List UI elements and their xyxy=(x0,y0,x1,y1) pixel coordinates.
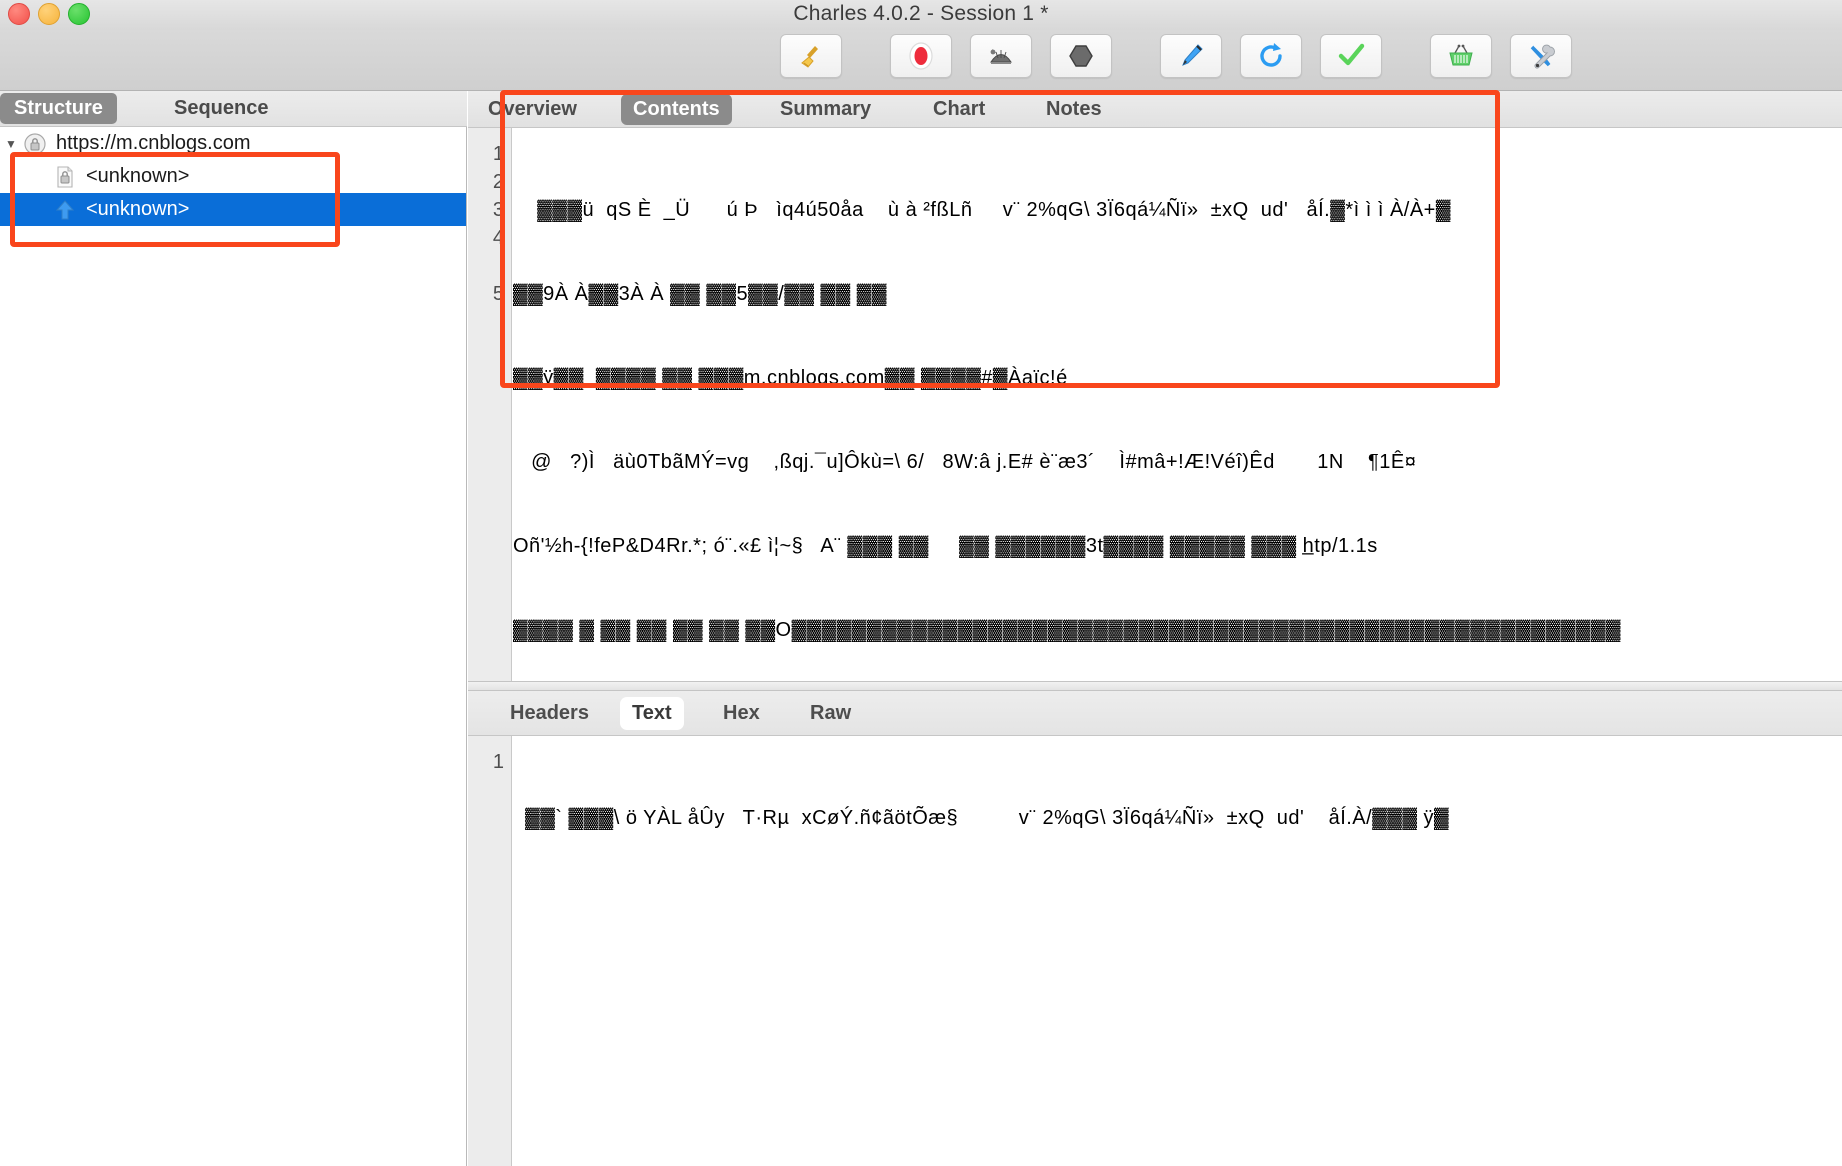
bottom-panel: Headers Text Hex Raw 1 ▓▓` ▓▓▓\ ö YÀL åÛ… xyxy=(468,691,1842,1166)
left-panel-tabbar: Structure Sequence xyxy=(0,91,467,127)
lock-document-icon xyxy=(52,164,78,190)
refresh-icon xyxy=(1256,41,1286,71)
bottom-text-view[interactable]: 1 ▓▓` ▓▓▓\ ö YÀL åÛy T·Rµ xCøÝ.ñ¢ãötÕæ§ … xyxy=(468,736,1842,1166)
line-number: 1 xyxy=(468,748,504,776)
window-title: Charles 4.0.2 - Session 1 * xyxy=(0,0,1842,28)
tab-chart[interactable]: Chart xyxy=(921,94,997,125)
bottom-panel-tabbar: Headers Text Hex Raw xyxy=(468,691,1842,736)
contents-code-block: ▓▓▓ü qS È _Ü ú Þ ìq4ú50åa ù à ²fßLñ v¨ 2… xyxy=(513,140,1842,681)
bottom-code-block: ▓▓` ▓▓▓\ ö YÀL åÛy T·Rµ xCøÝ.ñ¢ãötÕæ§ v¨… xyxy=(513,748,1842,888)
tools-icon xyxy=(1526,41,1556,71)
repeat-button[interactable] xyxy=(1240,34,1302,78)
line-number: 5 xyxy=(468,280,504,308)
turtle-icon xyxy=(986,41,1016,71)
record-icon xyxy=(906,41,936,71)
bottom-line-number-gutter: 1 xyxy=(468,736,512,1166)
content-line: ▓▓9À À▓▓3À À ▓▓ ▓▓5▓▓/▓▓ ▓▓ ▓▓ xyxy=(513,280,1842,308)
tree-row-host[interactable]: ▼ https://m.cnblogs.com xyxy=(0,127,466,160)
tab-overview[interactable]: Overview xyxy=(476,94,589,125)
throttle-button[interactable] xyxy=(970,34,1032,78)
stop-sign-icon xyxy=(1066,41,1096,71)
chevron-down-icon[interactable]: ▼ xyxy=(0,137,22,151)
pen-icon xyxy=(1176,41,1206,71)
tree-label-unknown-2: <unknown> xyxy=(86,198,189,221)
tab-raw[interactable]: Raw xyxy=(798,697,863,730)
right-panel-tabbar: Overview Contents Summary Chart Notes xyxy=(468,91,1842,128)
tab-text[interactable]: Text xyxy=(620,697,684,730)
lock-circle-icon xyxy=(22,131,48,157)
line-number: 4 xyxy=(468,224,504,252)
tab-hex[interactable]: Hex xyxy=(711,697,772,730)
content-line: ▓▓▓ü qS È _Ü ú Þ ìq4ú50åa ù à ²fßLñ v¨ 2… xyxy=(513,196,1842,224)
tree-row-unknown-2[interactable]: <unknown> xyxy=(0,193,466,226)
session-tree: ▼ https://m.cnblogs.com xyxy=(0,127,466,226)
content-line: ▓▓▓▓ ▓ ▓▓ ▓▓ ▓▓ ▓▓ ▓▓O▓▓▓▓▓▓▓▓▓▓▓▓▓▓▓▓▓▓… xyxy=(513,616,1842,644)
left-panel: Structure Sequence ▼ https://m.cnblogs.c… xyxy=(0,91,467,1166)
line-number: 2 xyxy=(468,168,504,196)
validate-button[interactable] xyxy=(1320,34,1382,78)
blue-up-arrow-icon xyxy=(52,197,78,223)
compose-button[interactable] xyxy=(1160,34,1222,78)
line-number: 1 xyxy=(468,140,504,168)
title-bar: Charles 4.0.2 - Session 1 * xyxy=(0,0,1842,30)
record-button[interactable] xyxy=(890,34,952,78)
tree-label-unknown-1: <unknown> xyxy=(86,165,189,188)
basket-icon xyxy=(1446,41,1476,71)
tab-structure[interactable]: Structure xyxy=(0,93,117,124)
clear-session-button[interactable] xyxy=(780,34,842,78)
broom-icon xyxy=(796,41,826,71)
tree-label-host: https://m.cnblogs.com xyxy=(56,132,251,155)
content-line: Oñ'½h-{!feP&D4Rr.*; ó¨.«£ ì¦~§ A¨ ▓▓▓ ▓▓… xyxy=(513,532,1842,560)
breakpoints-button[interactable] xyxy=(1050,34,1112,78)
tree-row-unknown-1[interactable]: <unknown> xyxy=(0,160,466,193)
tab-notes[interactable]: Notes xyxy=(1034,94,1114,125)
line-number-gutter: 1 2 3 4 5 xyxy=(468,128,512,681)
line-number: 3 xyxy=(468,196,504,224)
tab-headers[interactable]: Headers xyxy=(498,697,601,730)
settings-tools-button[interactable] xyxy=(1510,34,1572,78)
tools-basket-button[interactable] xyxy=(1430,34,1492,78)
horizontal-splitter[interactable] xyxy=(468,681,1842,691)
content-line: ▓▓ÿ▓▓ ▓▓▓▓ ▓▓ ▓▓▓m.cnblogs.com▓▓ ▓▓▓▓#▓À… xyxy=(513,364,1842,392)
content-line: @ ?)Ì äù0TbãMÝ=vg ,ßqj.¯u]Ôkù=\ 6/ 8W:â … xyxy=(513,448,1842,476)
tab-summary[interactable]: Summary xyxy=(768,94,883,125)
tab-contents[interactable]: Contents xyxy=(621,94,732,125)
checkmark-icon xyxy=(1336,41,1366,71)
content-line: ▓▓` ▓▓▓\ ö YÀL åÛy T·Rµ xCøÝ.ñ¢ãötÕæ§ v¨… xyxy=(513,804,1842,832)
tab-sequence[interactable]: Sequence xyxy=(160,93,282,124)
contents-text-view[interactable]: 1 2 3 4 5 ▓▓▓ü qS È _Ü ú Þ ìq4ú50åa ù à … xyxy=(468,128,1842,681)
right-panel: Overview Contents Summary Chart Notes 1 … xyxy=(468,91,1842,1166)
charles-proxy-window: Charles 4.0.2 - Session 1 * xyxy=(0,0,1842,1166)
main-toolbar xyxy=(0,30,1842,91)
